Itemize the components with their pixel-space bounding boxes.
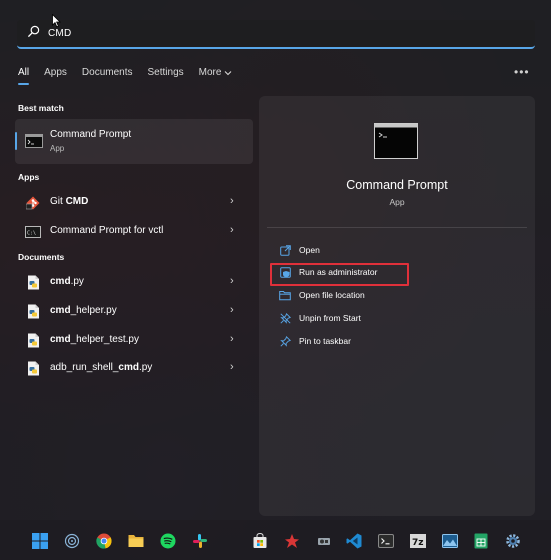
document-item[interactable]: cmd.py › xyxy=(15,269,253,295)
store-icon[interactable] xyxy=(252,533,268,549)
sheets-icon[interactable] xyxy=(473,533,489,549)
label-prefix: Git xyxy=(50,196,66,207)
app-item-label: Git CMD xyxy=(50,196,88,207)
ghost-app-icon[interactable] xyxy=(284,533,300,549)
action-open[interactable]: Open xyxy=(279,243,320,257)
git-cmd-icon xyxy=(25,195,41,210)
app-item-command-prompt-vctl[interactable]: C:\ Command Prompt for vctl › xyxy=(15,218,253,244)
filter-tabs: All Apps Documents Settings More xyxy=(18,67,247,85)
action-unpin-from-start[interactable]: Unpin from Start xyxy=(279,311,361,325)
search-icon xyxy=(27,25,40,43)
svg-text:7z: 7z xyxy=(412,538,424,548)
ellipsis-icon[interactable]: ••• xyxy=(514,65,530,79)
windows-start-icon[interactable] xyxy=(32,533,48,549)
action-pin-to-taskbar[interactable]: Pin to taskbar xyxy=(279,334,351,348)
best-match-label: Best match xyxy=(18,103,64,113)
start-search-window: CMD All Apps Documents Settings More •••… xyxy=(0,0,551,520)
documents-section-label: Documents xyxy=(18,252,65,262)
terminal-icon: C:\ xyxy=(25,224,41,239)
photos-icon[interactable] xyxy=(442,533,458,549)
search-input[interactable]: CMD xyxy=(48,28,71,39)
label-suffix: .py xyxy=(138,362,153,373)
label-match: cmd xyxy=(50,334,71,345)
taskbar: 7z xyxy=(0,520,551,560)
best-match-subtitle: App xyxy=(50,144,65,153)
label-match: cmd xyxy=(118,362,139,373)
selection-indicator xyxy=(15,132,17,150)
mouse-cursor-icon xyxy=(52,14,61,28)
app-item-git-cmd[interactable]: Git CMD › xyxy=(15,189,253,215)
chevron-right-icon[interactable]: › xyxy=(230,195,234,207)
document-item-label: cmd.py xyxy=(50,276,84,287)
command-prompt-large-icon xyxy=(374,123,418,159)
chevron-right-icon[interactable]: › xyxy=(230,361,234,373)
python-file-icon xyxy=(25,304,41,319)
7zip-icon[interactable]: 7z xyxy=(410,533,426,549)
chevron-right-icon[interactable]: › xyxy=(230,304,234,316)
unpin-icon xyxy=(279,312,291,324)
tab-more-label: More xyxy=(198,67,222,78)
action-label: Open file location xyxy=(299,290,365,300)
best-match-title: Command Prompt xyxy=(50,129,132,140)
preview-subtitle: App xyxy=(389,197,405,207)
preview-title: Command Prompt xyxy=(346,178,448,192)
document-item[interactable]: adb_run_shell_cmd.py › xyxy=(15,355,253,381)
pin-icon xyxy=(279,335,291,347)
python-file-icon xyxy=(25,275,41,290)
tab-more[interactable]: More xyxy=(199,67,233,78)
spotify-icon[interactable] xyxy=(160,533,176,549)
wifi-icon[interactable] xyxy=(64,533,80,549)
terminal-icon[interactable] xyxy=(378,533,394,549)
python-file-icon xyxy=(25,333,41,348)
apps-section-label: Apps xyxy=(18,172,40,182)
chevron-right-icon[interactable]: › xyxy=(230,275,234,287)
python-file-icon xyxy=(25,361,41,376)
search-box[interactable]: CMD xyxy=(17,20,535,49)
label-match: cmd xyxy=(50,305,71,316)
tab-documents[interactable]: Documents xyxy=(82,67,133,78)
vscode-icon[interactable] xyxy=(346,533,362,549)
tab-apps[interactable]: Apps xyxy=(44,67,67,78)
app-item-label: Command Prompt for vctl xyxy=(50,225,164,236)
label-suffix: _helper.py xyxy=(70,305,117,316)
open-icon xyxy=(279,244,291,256)
document-item-label: adb_run_shell_cmd.py xyxy=(50,362,152,373)
label-match: cmd xyxy=(50,276,71,287)
command-prompt-icon xyxy=(25,134,43,153)
chevron-right-icon[interactable]: › xyxy=(230,333,234,345)
tab-settings[interactable]: Settings xyxy=(148,67,184,78)
preview-panel: Command Prompt App Open Run as administr… xyxy=(259,96,535,516)
action-label: Open xyxy=(299,245,320,255)
divider xyxy=(267,227,527,228)
highlight-box xyxy=(270,263,409,286)
document-item-label: cmd_helper_test.py xyxy=(50,334,139,345)
chevron-down-icon xyxy=(225,70,232,75)
action-label: Pin to taskbar xyxy=(299,336,351,346)
label-suffix: .py xyxy=(70,276,84,287)
document-item-label: cmd_helper.py xyxy=(50,305,117,316)
svg-text:C:\: C:\ xyxy=(27,230,36,236)
tab-all[interactable]: All xyxy=(18,67,30,85)
action-label: Unpin from Start xyxy=(299,313,361,323)
document-item[interactable]: cmd_helper.py › xyxy=(15,298,253,324)
media-icon[interactable] xyxy=(316,533,332,549)
chevron-right-icon[interactable]: › xyxy=(230,224,234,236)
file-explorer-icon[interactable] xyxy=(128,533,144,549)
settings-icon[interactable] xyxy=(505,533,521,549)
folder-icon xyxy=(279,289,291,301)
document-item[interactable]: cmd_helper_test.py › xyxy=(15,327,253,353)
action-open-file-location[interactable]: Open file location xyxy=(279,288,365,302)
label-suffix: _helper_test.py xyxy=(70,334,139,345)
chrome-icon[interactable] xyxy=(96,533,112,549)
label-match: CMD xyxy=(65,196,89,207)
best-match-item[interactable]: Command Prompt App xyxy=(15,119,253,164)
slack-icon[interactable] xyxy=(192,533,208,549)
label-prefix: adb_run_shell_ xyxy=(50,362,119,373)
